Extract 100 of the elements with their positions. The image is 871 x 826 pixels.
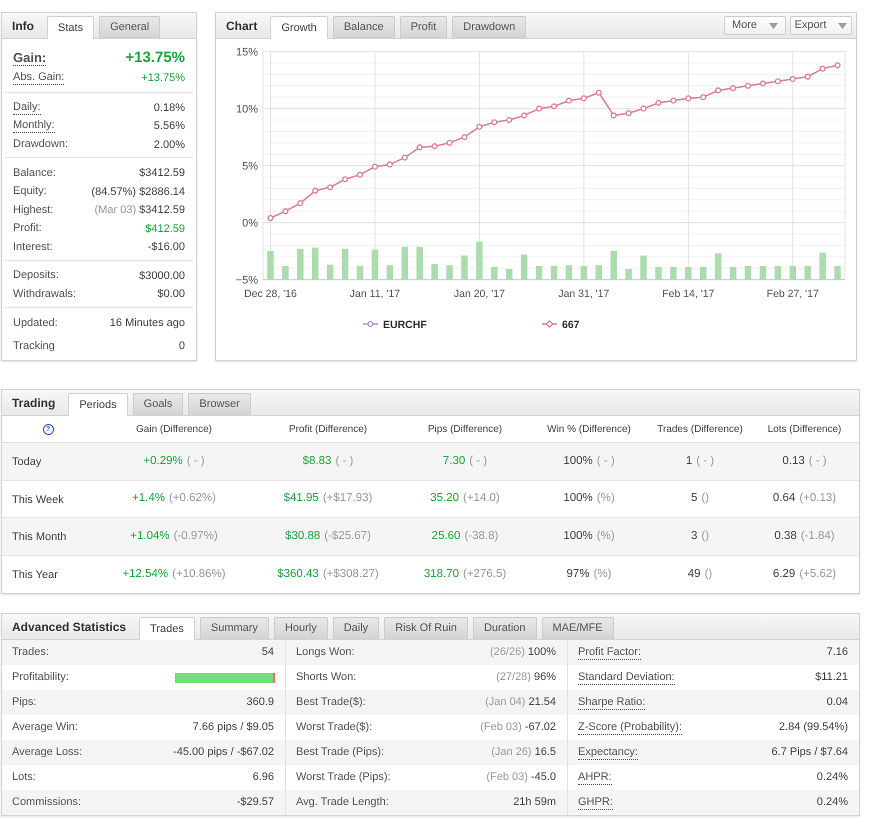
- axis-label: Jan 11, '17: [350, 288, 400, 300]
- chart-bar: [566, 265, 572, 280]
- chart-bar: [326, 264, 334, 280]
- tab[interactable]: Duration: [472, 617, 537, 639]
- chart-point: [655, 100, 662, 106]
- chart-point: [491, 119, 498, 126]
- dropdown-button[interactable]: More: [724, 16, 786, 35]
- table-cell-text: 25.60 (-38.8): [432, 528, 498, 544]
- table-cell-text: 0.64 (+0.13): [772, 491, 836, 506]
- stat-value: (Feb 03) -67.02: [480, 720, 556, 736]
- table-cell-text: 6.29 (+5.62): [772, 566, 836, 582]
- table-cell-text: 318.70 (+276.5): [424, 566, 506, 582]
- dropdown-button[interactable]: Export: [790, 16, 852, 35]
- chart-point: [536, 106, 542, 112]
- stat-label: Trades:: [12, 646, 49, 659]
- stat-label: Profit Factor:: [578, 646, 641, 660]
- column-header: Win % (Difference): [547, 422, 631, 436]
- chart-bar: [700, 266, 706, 280]
- panel-title: Advanced Statistics: [12, 618, 126, 636]
- chart-point: [834, 62, 841, 68]
- chart-point: [386, 161, 393, 168]
- stat-label: Best Trade (Pips):: [296, 746, 384, 759]
- stat-value: 0.04: [826, 695, 848, 710]
- chart-bar: [760, 266, 766, 280]
- table-cell-text: $30.88 (-$25.67): [285, 528, 371, 544]
- stat-label: Highest:: [13, 204, 54, 217]
- stat-label: Standard Deviation:: [578, 670, 675, 684]
- chart-bar: [580, 266, 588, 280]
- stat-value: 5.56%: [154, 119, 185, 134]
- stat-label: Worst Trade($):: [296, 721, 372, 734]
- chart-point: [297, 200, 304, 206]
- legend-label[interactable]: 667: [562, 319, 580, 331]
- table-cell-text: 49 (): [688, 566, 712, 582]
- chart-bar: [297, 248, 304, 280]
- column-header: Pips (Difference): [428, 422, 502, 436]
- tab[interactable]: Risk Of Ruin: [384, 617, 468, 639]
- stat-label: Shorts Won:: [296, 671, 356, 684]
- stat-label: Average Win:: [12, 721, 78, 734]
- chart-bar: [267, 250, 274, 280]
- chart-bar: [670, 266, 677, 280]
- tab[interactable]: Balance: [332, 16, 395, 38]
- chart-bar: [819, 252, 826, 280]
- row-label: Today: [12, 456, 42, 468]
- tab[interactable]: Daily: [332, 617, 380, 639]
- stat-label: Updated:: [13, 316, 58, 330]
- tab[interactable]: Hourly: [274, 617, 328, 639]
- legend-label[interactable]: EURCHF: [383, 319, 427, 331]
- table-cell-text: $41.95 (+$17.93): [284, 491, 372, 506]
- axis-label: Feb 27, '17: [766, 288, 819, 300]
- chart-bar: [356, 266, 364, 280]
- chart-point: [596, 90, 602, 96]
- chart-bar: [461, 256, 468, 280]
- chart-bar: [446, 265, 453, 280]
- tab[interactable]: MAE/MFE: [542, 617, 614, 639]
- tab[interactable]: Stats: [47, 16, 94, 39]
- chart-bar: [342, 248, 348, 280]
- table-cell-text: 5 (): [690, 491, 710, 506]
- chart-point: [476, 124, 482, 130]
- stat-label: Best Trade($):: [296, 696, 366, 709]
- stat-label: Daily:: [13, 100, 41, 115]
- chart-point: [461, 134, 468, 140]
- chart-point: [820, 66, 826, 72]
- tab[interactable]: General: [99, 16, 160, 38]
- stat-value: (27/28) 96%: [496, 670, 556, 686]
- table-cell-text: $8.83 ( - ): [302, 454, 354, 469]
- chart-point: [312, 188, 318, 194]
- stat-value: 0.24%: [816, 795, 848, 810]
- tab[interactable]: Growth: [270, 16, 328, 39]
- tab[interactable]: Periods: [68, 393, 128, 416]
- tab[interactable]: Drawdown: [452, 16, 526, 38]
- chart-bar: [744, 266, 752, 280]
- stat-value: 0: [178, 338, 185, 354]
- row-label: This Year: [12, 569, 58, 582]
- stat-label: Interest:: [13, 240, 53, 254]
- stat-value: $11.21: [815, 670, 848, 686]
- stat-value: $0.00: [157, 287, 185, 302]
- stat-value: +13.75%: [125, 48, 185, 68]
- stat-label: Monthly:: [13, 119, 55, 134]
- tab[interactable]: Goals: [132, 393, 184, 415]
- chart-point: [566, 98, 572, 104]
- stat-value: 6.96: [252, 770, 274, 786]
- table-cell-text: 100% (%): [563, 528, 615, 544]
- chart-bar: [610, 250, 617, 280]
- tab[interactable]: Profit: [400, 16, 448, 38]
- chart-bar: [431, 264, 438, 280]
- tab[interactable]: Browser: [188, 393, 251, 415]
- stat-value: 21h 59m: [513, 795, 556, 810]
- tab[interactable]: Trades: [139, 617, 195, 640]
- stat-label: Profitability:: [12, 671, 69, 684]
- axis-label: 5%: [242, 160, 258, 173]
- chart-point: [356, 172, 364, 178]
- chart-bar: [312, 248, 318, 280]
- row-label: This Week: [12, 494, 64, 506]
- chart-point: [372, 164, 378, 170]
- tab[interactable]: Summary: [200, 617, 269, 639]
- stat-label: Drawdown:: [13, 138, 68, 152]
- stat-label: Avg. Trade Length:: [296, 796, 389, 809]
- panel-title: Trading: [12, 394, 56, 412]
- chart-bar: [491, 266, 498, 280]
- table-cell-text: 0.38 (-1.84): [774, 528, 835, 544]
